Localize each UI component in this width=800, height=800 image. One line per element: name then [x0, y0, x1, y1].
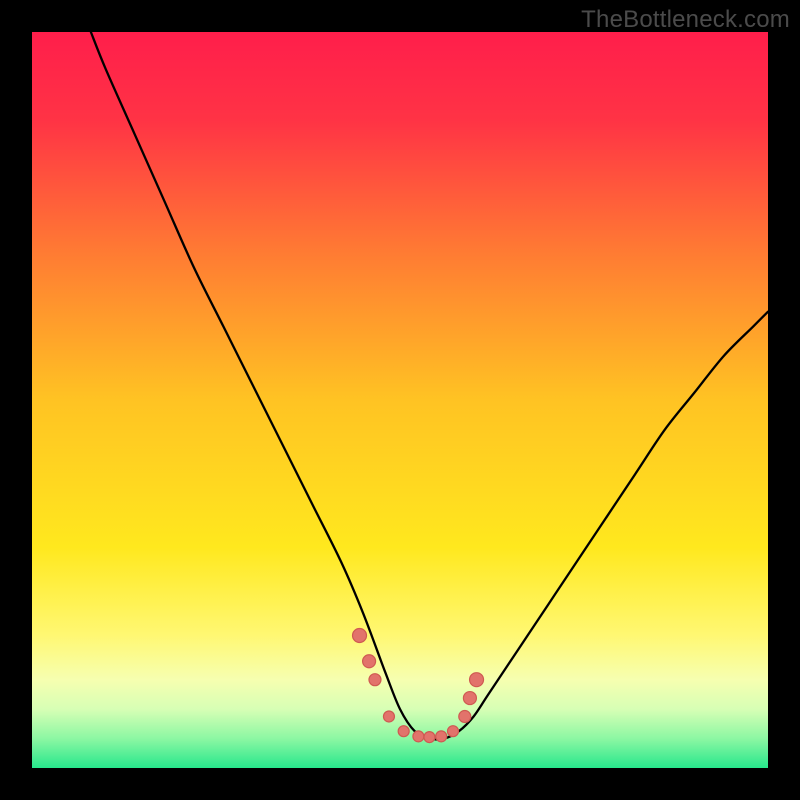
highlight-dot: [424, 732, 435, 743]
highlight-dot: [413, 731, 424, 742]
bottleneck-curve: [91, 32, 768, 739]
highlight-dot: [459, 710, 471, 722]
highlight-dot: [436, 731, 447, 742]
highlight-dot: [447, 726, 458, 737]
watermark-label: TheBottleneck.com: [581, 6, 790, 34]
curve-layer: [32, 32, 768, 768]
plot-area: [32, 32, 768, 768]
highlight-dot: [369, 674, 381, 686]
highlight-dot: [363, 655, 376, 668]
highlight-dot: [470, 673, 484, 687]
highlight-dot: [398, 726, 409, 737]
highlight-dot: [353, 629, 367, 643]
chart-frame: TheBottleneck.com: [0, 0, 800, 800]
highlight-dot: [463, 692, 476, 705]
highlight-dot: [383, 711, 394, 722]
